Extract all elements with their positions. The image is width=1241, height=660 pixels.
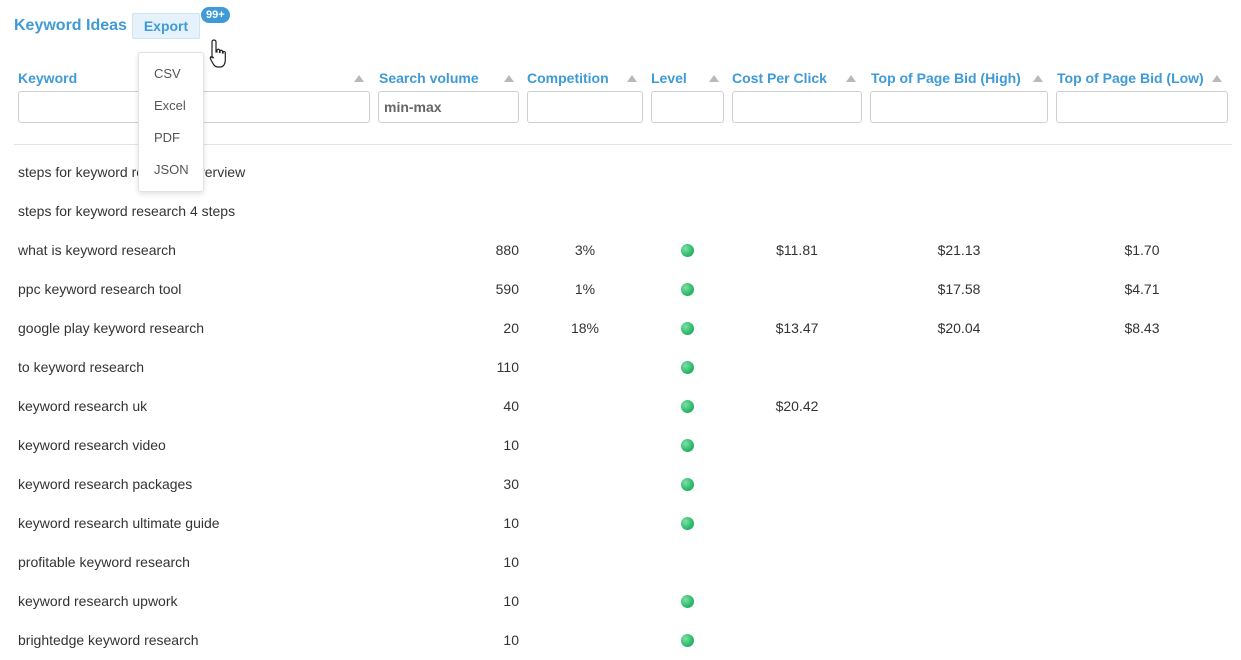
- sort-asc-icon[interactable]: [354, 75, 364, 82]
- page-title: Keyword Ideas: [14, 17, 127, 34]
- cost-per-click-cell: $11.81: [776, 242, 818, 258]
- keyword-cell: keyword research video: [18, 437, 166, 453]
- sort-asc-icon[interactable]: [1212, 75, 1222, 82]
- top-bid-high-filter-input[interactable]: [870, 91, 1048, 123]
- sort-asc-icon[interactable]: [709, 75, 719, 82]
- top-bid-high-cell: $20.04: [937, 320, 981, 336]
- search-volume-cell: 880: [495, 242, 519, 258]
- top-bid-low-cell: $8.43: [1124, 320, 1160, 336]
- keyword-cell: keyword research upwork: [18, 593, 178, 609]
- table-row[interactable]: brightedge keyword research 10: [0, 621, 1241, 660]
- table-row[interactable]: keyword research packages 30: [0, 465, 1241, 504]
- search-volume-filter-input[interactable]: [378, 91, 519, 123]
- sort-asc-icon[interactable]: [504, 75, 514, 82]
- keyword-cell: google play keyword research: [18, 320, 204, 336]
- level-filter-input[interactable]: [651, 91, 724, 123]
- keyword-cell: keyword research packages: [18, 476, 193, 492]
- table-row[interactable]: steps for keyword research 4 steps: [0, 192, 1241, 231]
- level-indicator-dot: [681, 439, 694, 452]
- table-row[interactable]: ppc keyword research tool 590 1% $17.58 $4.7…: [0, 270, 1241, 309]
- export-excel-item[interactable]: Excel: [154, 98, 186, 113]
- column-header-competition[interactable]: Competition: [527, 70, 643, 88]
- column-header-cost-per-click[interactable]: Cost Per Click: [732, 70, 862, 88]
- search-volume-cell: 10: [503, 632, 519, 648]
- column-label: Level: [651, 70, 687, 86]
- top-bid-high-cell: $17.58: [937, 281, 981, 297]
- column-header-top-bid-high[interactable]: Top of Page Bid (High): [871, 70, 1049, 88]
- search-volume-cell: 10: [503, 437, 519, 453]
- keyword-cell: keyword research ultimate guide: [18, 515, 220, 531]
- level-indicator-dot: [681, 595, 694, 608]
- export-pdf-item[interactable]: PDF: [154, 130, 180, 145]
- competition-cell: 3%: [574, 242, 596, 258]
- search-volume-cell: 590: [495, 281, 519, 297]
- table-row[interactable]: keyword research ultimate guide 10: [0, 504, 1241, 543]
- search-volume-cell: 40: [503, 398, 519, 414]
- sort-asc-icon[interactable]: [846, 75, 856, 82]
- top-bid-low-cell: $1.70: [1124, 242, 1160, 258]
- level-indicator-dot: [681, 517, 694, 530]
- cost-per-click-cell: $13.47: [775, 320, 819, 336]
- top-bid-low-cell: $4.71: [1124, 281, 1160, 297]
- competition-cell: 1%: [574, 281, 596, 297]
- table-row[interactable]: google play keyword research 20 18% $13.47 $…: [0, 309, 1241, 348]
- table-row[interactable]: to keyword research 110: [0, 348, 1241, 387]
- search-volume-cell: 10: [503, 554, 519, 570]
- level-indicator-dot: [681, 361, 694, 374]
- column-label: Top of Page Bid (High): [871, 70, 1021, 86]
- competition-filter-input[interactable]: [527, 91, 643, 123]
- column-header-top-bid-low[interactable]: Top of Page Bid (Low): [1057, 70, 1225, 88]
- table-row[interactable]: what is keyword research 880 3% $11.81 $21.1…: [0, 231, 1241, 270]
- sort-asc-icon[interactable]: [627, 75, 637, 82]
- keyword-cell: brightedge keyword research: [18, 632, 199, 648]
- search-volume-cell: 30: [503, 476, 519, 492]
- hand-cursor-icon: [209, 39, 226, 68]
- column-header-level[interactable]: Level: [651, 70, 723, 88]
- search-volume-cell: 10: [503, 515, 519, 531]
- export-menu: CSV Excel PDF JSON: [138, 52, 204, 192]
- table-row[interactable]: keyword research video 10: [0, 426, 1241, 465]
- search-volume-cell: 110: [496, 359, 519, 375]
- table-row[interactable]: keyword research uk 40 $20.42: [0, 387, 1241, 426]
- column-header-search-volume[interactable]: Search volume: [379, 70, 519, 88]
- keyword-cell: keyword research uk: [18, 398, 148, 414]
- search-volume-cell: 10: [503, 593, 519, 609]
- level-indicator-dot: [681, 400, 694, 413]
- column-label: Top of Page Bid (Low): [1057, 70, 1204, 86]
- column-label: Search volume: [379, 70, 479, 86]
- level-indicator-dot: [681, 244, 694, 257]
- level-indicator-dot: [681, 634, 694, 647]
- export-button[interactable]: Export: [132, 13, 200, 39]
- sort-asc-icon[interactable]: [1033, 75, 1043, 82]
- keyword-cell: ppc keyword research tool: [18, 281, 182, 297]
- cost-per-click-filter-input[interactable]: [732, 91, 862, 123]
- level-indicator-dot: [681, 478, 694, 491]
- table-row[interactable]: profitable keyword research 10: [0, 543, 1241, 582]
- keyword-cell: to keyword research: [18, 359, 145, 375]
- export-json-item[interactable]: JSON: [154, 162, 189, 177]
- keyword-cell: profitable keyword research: [18, 554, 190, 570]
- column-label: Keyword: [18, 70, 78, 86]
- search-volume-cell: 20: [503, 320, 519, 336]
- export-csv-item[interactable]: CSV: [154, 66, 181, 81]
- table-row[interactable]: keyword research upwork 10: [0, 582, 1241, 621]
- top-bid-low-filter-input[interactable]: [1056, 91, 1228, 123]
- column-label: Competition: [527, 70, 609, 86]
- column-label: Cost Per Click: [732, 70, 827, 86]
- top-bid-high-cell: $21.13: [937, 242, 981, 258]
- level-indicator-dot: [681, 283, 694, 296]
- level-indicator-dot: [681, 322, 694, 335]
- count-badge: 99+: [201, 7, 230, 23]
- cost-per-click-cell: $20.42: [775, 398, 819, 414]
- keyword-cell: what is keyword research: [18, 242, 176, 258]
- keyword-cell: steps for keyword research 4 steps: [18, 203, 236, 219]
- keyword-cell: steps for keyword research overview: [18, 164, 246, 180]
- competition-cell: 18%: [570, 320, 600, 336]
